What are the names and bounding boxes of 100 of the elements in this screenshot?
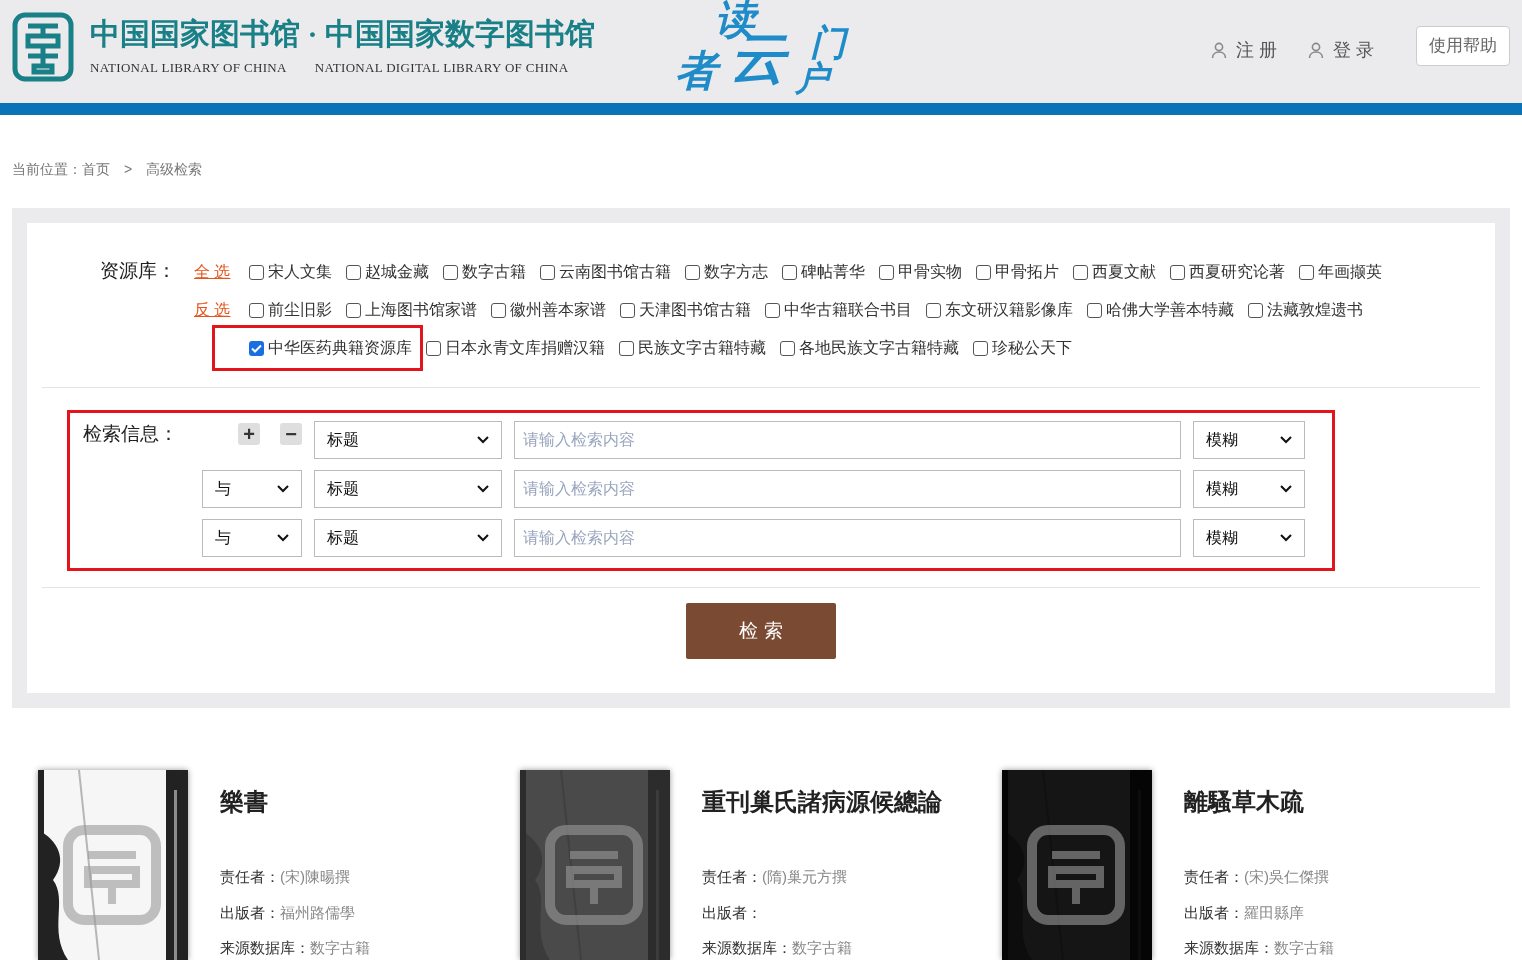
chevron-down-icon bbox=[1280, 485, 1292, 493]
result-title[interactable]: 重刊巢氏諸病源候總論 bbox=[702, 784, 942, 820]
resource-checkbox-item[interactable]: 年画撷英 bbox=[1299, 260, 1382, 284]
dropdown-select[interactable]: 模糊 bbox=[1193, 421, 1305, 459]
checkbox[interactable] bbox=[1170, 264, 1185, 280]
search-input[interactable]: 请输入检索内容 bbox=[514, 421, 1181, 459]
checkbox[interactable] bbox=[973, 340, 988, 356]
resource-checkbox-item[interactable]: 徽州善本家谱 bbox=[491, 298, 606, 322]
resource-checkbox-item[interactable]: 哈佛大学善本特藏 bbox=[1087, 298, 1234, 322]
select-action-link[interactable]: 反 选 bbox=[194, 301, 231, 318]
field-value: (隋)巢元方撰 bbox=[762, 867, 847, 887]
checkbox[interactable] bbox=[879, 264, 894, 280]
user-icon bbox=[1209, 41, 1228, 59]
chevron-down-icon bbox=[277, 534, 289, 542]
result-title[interactable]: 離騷草木疏 bbox=[1184, 784, 1334, 820]
select-action-link[interactable]: 全 选 bbox=[194, 263, 231, 280]
checkbox[interactable] bbox=[1087, 302, 1102, 318]
resource-checkbox-item[interactable]: 民族文字古籍特藏 bbox=[619, 336, 766, 360]
resource-checkbox-item[interactable]: 甲骨拓片 bbox=[976, 260, 1059, 284]
field-value: 福州路儒學 bbox=[280, 902, 355, 923]
resource-checkbox-item[interactable]: 中华医药典籍资源库 bbox=[223, 336, 412, 360]
field-value: (宋)吳仁傑撰 bbox=[1244, 867, 1329, 887]
checkbox[interactable] bbox=[1299, 264, 1314, 280]
resource-checkbox-item[interactable]: 前尘旧影 bbox=[249, 298, 332, 322]
help-button[interactable]: 使用帮助 bbox=[1416, 26, 1510, 66]
checkbox[interactable] bbox=[346, 264, 361, 280]
checkbox[interactable] bbox=[1248, 302, 1263, 318]
dropdown-select[interactable]: 与 bbox=[202, 519, 302, 557]
result-title[interactable]: 樂書 bbox=[220, 784, 370, 820]
checkbox[interactable] bbox=[346, 302, 361, 318]
resource-checkbox-item[interactable]: 宋人文集 bbox=[249, 260, 332, 284]
field-value: 数字古籍 bbox=[1274, 938, 1334, 958]
breadcrumb-label: 当前位置： bbox=[12, 161, 82, 177]
search-input[interactable]: 请输入检索内容 bbox=[514, 470, 1181, 508]
field-label: 责任者： bbox=[1184, 867, 1244, 887]
search-button[interactable]: 检 索 bbox=[686, 603, 836, 659]
checkbox[interactable] bbox=[249, 264, 264, 280]
resource-checkbox-item[interactable]: 数字古籍 bbox=[443, 260, 526, 284]
field-value: 数字古籍 bbox=[792, 938, 852, 958]
library-logo-icon bbox=[12, 12, 74, 82]
search-info-label: 检索信息： bbox=[83, 422, 179, 446]
resource-checkbox-item[interactable]: 数字方志 bbox=[685, 260, 768, 284]
breadcrumb-separator: > bbox=[124, 160, 133, 179]
checkbox[interactable] bbox=[765, 302, 780, 318]
field-label: 责任者： bbox=[702, 867, 762, 887]
resource-checkbox-item[interactable]: 日本永青文库捐赠汉籍 bbox=[426, 336, 605, 360]
dropdown-select[interactable]: 模糊 bbox=[1193, 470, 1305, 508]
checkbox[interactable] bbox=[976, 264, 991, 280]
checkbox[interactable] bbox=[540, 264, 555, 280]
checkbox[interactable] bbox=[249, 340, 264, 356]
field-label: 来源数据库： bbox=[1184, 938, 1274, 958]
resource-checkbox-item[interactable]: 东文研汉籍影像库 bbox=[926, 298, 1073, 322]
checkbox[interactable] bbox=[443, 264, 458, 280]
resource-checkbox-item[interactable]: 天津图书馆古籍 bbox=[620, 298, 751, 322]
resource-checkbox-item[interactable]: 甲骨实物 bbox=[879, 260, 962, 284]
dropdown-select[interactable]: 标题 bbox=[314, 421, 502, 459]
resource-checkbox-item[interactable]: 上海图书馆家谱 bbox=[346, 298, 477, 322]
checkbox[interactable] bbox=[619, 340, 634, 356]
resource-checkbox-item[interactable]: 珍秘公天下 bbox=[973, 336, 1072, 360]
resource-checkbox-item[interactable]: 西夏文献 bbox=[1073, 260, 1156, 284]
field-label: 来源数据库： bbox=[702, 938, 792, 958]
field-label: 出版者： bbox=[702, 902, 762, 923]
field-value: 数字古籍 bbox=[310, 938, 370, 958]
dropdown-select[interactable]: 标题 bbox=[314, 470, 502, 508]
checkbox[interactable] bbox=[249, 302, 264, 318]
register-link[interactable]: 注 册 bbox=[1209, 36, 1277, 64]
field-value: (宋)陳暘撰 bbox=[280, 867, 350, 887]
chevron-down-icon bbox=[477, 485, 489, 493]
chevron-down-icon bbox=[1280, 534, 1292, 542]
checkbox[interactable] bbox=[1073, 264, 1088, 280]
remove-row-button[interactable]: − bbox=[280, 423, 302, 445]
check-icon bbox=[251, 343, 262, 353]
chevron-down-icon bbox=[277, 485, 289, 493]
resource-checkbox-item[interactable]: 碑帖菁华 bbox=[782, 260, 865, 284]
resource-checkbox-item[interactable]: 赵城金藏 bbox=[346, 260, 429, 284]
checkbox[interactable] bbox=[426, 340, 441, 356]
chevron-down-icon bbox=[477, 534, 489, 542]
login-link[interactable]: 登 录 bbox=[1307, 36, 1374, 64]
resource-checkbox-item[interactable]: 云南图书馆古籍 bbox=[540, 260, 671, 284]
breadcrumb-link[interactable]: 首页 bbox=[82, 161, 110, 177]
checkbox[interactable] bbox=[620, 302, 635, 318]
add-row-button[interactable]: + bbox=[238, 423, 260, 445]
checkbox[interactable] bbox=[491, 302, 506, 318]
dropdown-select[interactable]: 模糊 bbox=[1193, 519, 1305, 557]
resource-checkbox-item[interactable]: 中华古籍联合书目 bbox=[765, 298, 912, 322]
resources-label: 资源库： bbox=[100, 259, 177, 283]
checkbox[interactable] bbox=[685, 264, 700, 280]
field-label: 责任者： bbox=[220, 867, 280, 887]
field-label: 出版者： bbox=[220, 902, 280, 923]
dropdown-select[interactable]: 与 bbox=[202, 470, 302, 508]
checkbox[interactable] bbox=[782, 264, 797, 280]
checkbox[interactable] bbox=[926, 302, 941, 318]
dropdown-select[interactable]: 标题 bbox=[314, 519, 502, 557]
search-input[interactable]: 请输入检索内容 bbox=[514, 519, 1181, 557]
field-label: 来源数据库： bbox=[220, 938, 310, 958]
resource-checkbox-item[interactable]: 西夏研究论著 bbox=[1170, 260, 1285, 284]
checkbox[interactable] bbox=[780, 340, 795, 356]
resource-checkbox-item[interactable]: 法藏敦煌遗书 bbox=[1248, 298, 1363, 322]
field-label: 出版者： bbox=[1184, 902, 1244, 923]
resource-checkbox-item[interactable]: 各地民族文字古籍特藏 bbox=[780, 336, 959, 360]
